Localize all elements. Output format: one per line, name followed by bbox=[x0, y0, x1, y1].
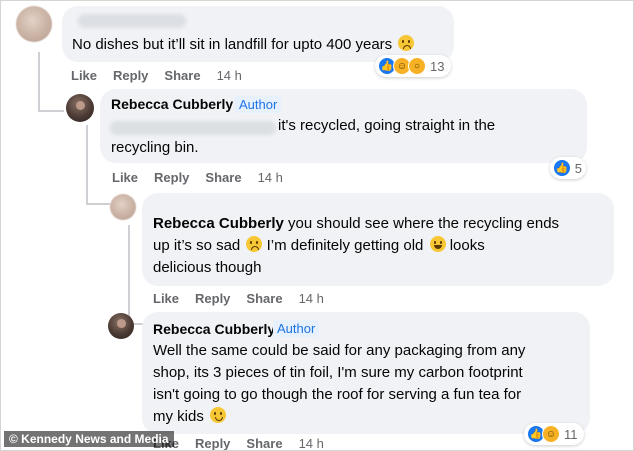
like-button[interactable]: Like bbox=[112, 170, 138, 185]
comment-actions: LikeReplyShare14 h bbox=[153, 436, 340, 451]
relieved-face-emoji bbox=[210, 407, 227, 423]
comment-text: No dishes but it’ll sit in landfill for … bbox=[72, 34, 415, 57]
thread-connector bbox=[38, 110, 64, 112]
mention-link[interactable]: Rebecca Cubberly bbox=[153, 215, 284, 232]
reply-button[interactable]: Reply bbox=[154, 170, 189, 185]
haha-icon: ☺ bbox=[542, 425, 560, 443]
share-button[interactable]: Share bbox=[246, 291, 282, 306]
comment-actions: Like Reply Share 14 h bbox=[71, 68, 258, 83]
reaction-count: 11 bbox=[564, 426, 578, 442]
comment-bubble: No dishes but it’ll sit in landfill for … bbox=[62, 6, 454, 62]
sad-face-emoji bbox=[398, 35, 415, 51]
redacted-mention bbox=[110, 121, 276, 135]
like-button[interactable]: Like bbox=[153, 291, 179, 306]
thread-line bbox=[38, 52, 40, 112]
watermark: © Kennedy News and Media bbox=[4, 431, 174, 447]
reply-button[interactable]: Reply bbox=[113, 68, 148, 83]
redacted-name bbox=[78, 14, 186, 28]
comment-text: delicious though bbox=[153, 259, 262, 276]
thread-line bbox=[128, 225, 130, 325]
like-button[interactable]: Like bbox=[71, 68, 97, 83]
comment-actions: Like Reply Share 14 h bbox=[153, 291, 340, 306]
wow-icon: ○ bbox=[408, 57, 426, 75]
sad-face-emoji bbox=[246, 236, 263, 252]
reaction-count: 13 bbox=[430, 58, 445, 74]
avatar[interactable] bbox=[108, 313, 134, 339]
comment-text: it's recycled, going straight in the bbox=[278, 117, 496, 134]
timestamp[interactable]: 14 h bbox=[258, 170, 283, 185]
author-name[interactable]: Rebecca Cubberly bbox=[153, 318, 275, 341]
like-icon: 👍 bbox=[553, 159, 571, 177]
comment-text: Well the same could be said for any pack… bbox=[153, 342, 526, 359]
avatar[interactable] bbox=[110, 194, 136, 220]
comment-bubble: Rebecca Cubberly you should see where th… bbox=[142, 193, 614, 286]
timestamp[interactable]: 14 h bbox=[299, 291, 324, 306]
share-button[interactable]: Share bbox=[205, 170, 241, 185]
reaction-summary[interactable]: 👍 ☺ ○ 13 bbox=[375, 55, 451, 77]
thread-line bbox=[86, 125, 88, 205]
timestamp[interactable]: 14 h bbox=[217, 68, 242, 83]
avatar[interactable] bbox=[16, 6, 52, 42]
comment-text: isn't going to go though the roof for se… bbox=[153, 386, 522, 403]
comment-bubble: Rebecca Cubberly Author it's recycled, g… bbox=[100, 89, 587, 163]
comment-text: Rebecca Cubberly you should see where th… bbox=[153, 215, 560, 232]
comment-actions: Like Reply Share 14 h bbox=[112, 170, 299, 185]
reaction-summary[interactable]: 👍 ☺ 11 bbox=[524, 423, 584, 445]
comment-text: shop, its 3 pieces of tin foil, I'm sure… bbox=[153, 364, 523, 381]
reaction-count: 5 bbox=[574, 160, 582, 176]
author-badge: Author bbox=[273, 320, 320, 337]
reaction-summary[interactable]: 👍 5 bbox=[550, 157, 586, 179]
share-button[interactable]: Share bbox=[164, 68, 200, 83]
laughing-emoji bbox=[429, 236, 446, 252]
reply-button[interactable]: Reply bbox=[195, 291, 230, 306]
author-name[interactable]: Rebecca Cubberly bbox=[111, 93, 233, 116]
author-badge: Author bbox=[235, 96, 282, 113]
comment-text: up it’s so sad I’m definitely getting ol… bbox=[153, 236, 485, 254]
share-button[interactable]: Share bbox=[246, 436, 282, 451]
comment-text: my kids bbox=[153, 406, 227, 429]
reply-button[interactable]: Reply bbox=[195, 436, 230, 451]
avatar[interactable] bbox=[66, 94, 94, 122]
comment-text: recycling bin. bbox=[111, 139, 199, 156]
thread-connector bbox=[86, 203, 110, 205]
timestamp[interactable]: 14 h bbox=[299, 436, 324, 451]
comment-bubble: Rebecca Cubberly Author Well the same co… bbox=[142, 312, 590, 434]
